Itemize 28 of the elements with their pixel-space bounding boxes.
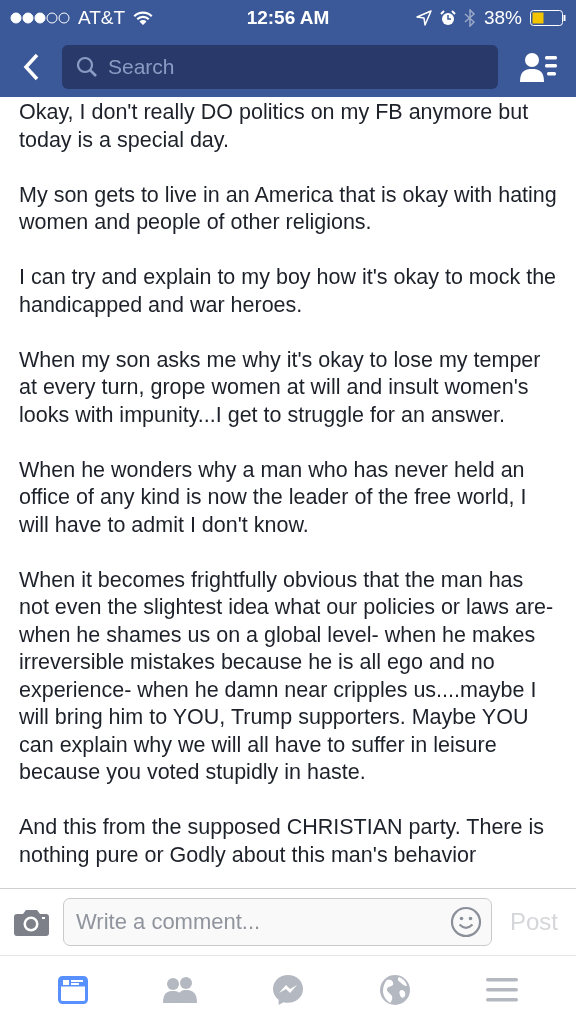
- location-arrow-icon: [415, 10, 432, 26]
- wifi-icon: [133, 10, 154, 26]
- carrier-name: AT&T: [78, 7, 126, 29]
- bluetooth-icon: [463, 9, 476, 27]
- search-icon: [76, 55, 98, 78]
- news-feed-tab[interactable]: [57, 976, 88, 1004]
- signal-icon: [10, 12, 70, 24]
- post-paragraph: My son gets to live in an America that is okay with hating women and people of other religions.: [19, 181, 558, 236]
- notifications-tab[interactable]: [379, 974, 412, 1006]
- alarm-clock-icon: [439, 10, 456, 26]
- post-paragraph: When my son asks me why it's okay to lose my temper at every turn, grope women at will and insult women's looks with impunity...I get to struggle for an answer.: [19, 346, 542, 429]
- messenger-tab[interactable]: [271, 974, 304, 1006]
- clock-time: 12:56 AM: [246, 7, 330, 29]
- back-button[interactable]: [22, 52, 40, 81]
- camera-icon[interactable]: [14, 908, 49, 936]
- smiley-icon[interactable]: [449, 906, 482, 938]
- friend-list-icon[interactable]: [520, 50, 558, 83]
- menu-tab[interactable]: [486, 977, 519, 1003]
- comment-field[interactable]: Write a comment...: [63, 898, 492, 946]
- post-paragraph: Okay, I don't really DO politics on my FB anymore but today is a special day.: [19, 99, 530, 154]
- post-paragraph: When he wonders why a man who has never held an office of any kind is now the leader of the free world, I will have to admit I don't know.: [19, 456, 528, 539]
- post-paragraph: When it becomes frightfully obvious that the man has not even the slightest idea what our policies or laws are- when he shames us on a global level- when he makes irreversible mistakes because he is all ego and no experience- when he damn near cripples us....maybe I will bring him to YOU, Trump supporters. Maybe YOU can explain why we will all have to suffer in leisure because you voted stupidly in haste.: [19, 566, 555, 786]
- battery-icon: [530, 10, 566, 26]
- friends-tab[interactable]: [162, 976, 197, 1004]
- battery-percent: 38%: [483, 7, 522, 29]
- search-field[interactable]: Search: [62, 44, 498, 89]
- post-paragraph: I can try and explain to my boy how it's okay to mock the handicapped and war heroes.: [19, 264, 558, 319]
- post-paragraph: And this from the supposed CHRISTIAN party. There is nothing pure or Godly about this man's behavior: [19, 814, 545, 869]
